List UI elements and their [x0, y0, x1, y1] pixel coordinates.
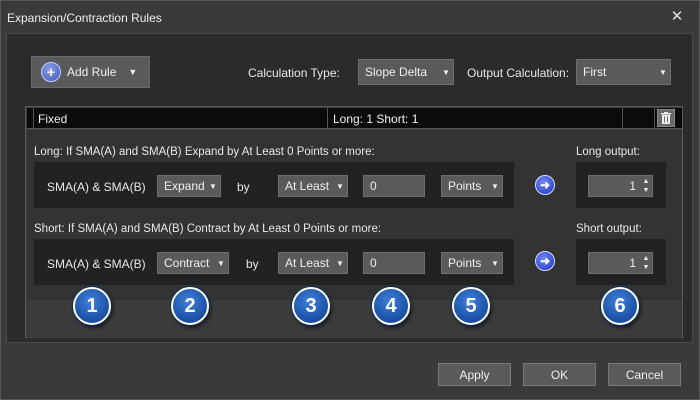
chevron-down-icon: ▼ — [336, 258, 344, 268]
long-amount-value: 0 — [370, 179, 377, 193]
short-subject: SMA(A) & SMA(B) — [47, 257, 146, 271]
short-unit-select[interactable]: Points ▼ — [441, 252, 503, 274]
grid-header-row[interactable]: Fixed Long: 1 Short: 1 — [27, 108, 682, 129]
long-unit-select[interactable]: Points ▼ — [441, 175, 503, 197]
chevron-down-icon: ▼ — [659, 67, 667, 77]
short-output-value: 1 — [629, 256, 636, 270]
chevron-down-icon: ▼ — [491, 258, 499, 268]
callout-badge-6: 6 — [601, 287, 639, 325]
short-comparison-value: At Least — [285, 256, 330, 270]
calculation-type-select[interactable]: Slope Delta ▼ — [358, 59, 454, 85]
apply-button[interactable]: Apply — [438, 363, 511, 386]
column-divider — [327, 108, 328, 129]
long-output-value: 1 — [629, 179, 636, 193]
short-rule-title: Short: If SMA(A) and SMA(B) Contract by … — [34, 223, 382, 235]
arrow-right-circle-icon: ➜ — [539, 178, 551, 192]
callout-badge-4: 4 — [372, 287, 410, 325]
short-unit-value: Points — [448, 256, 482, 270]
calculation-type-value: Slope Delta — [365, 65, 428, 79]
output-calculation-label: Output Calculation: — [467, 66, 570, 80]
chevron-down-icon: ▼ — [491, 181, 499, 191]
long-amount-input[interactable]: 0 — [363, 175, 425, 197]
column-divider — [622, 108, 623, 129]
short-direction-select[interactable]: Contract ▼ — [157, 252, 229, 274]
short-comparison-select[interactable]: At Least ▼ — [278, 252, 348, 274]
output-calculation-value: First — [583, 65, 607, 79]
window-title: Expansion/Contraction Rules — [7, 11, 162, 25]
column-divider — [33, 108, 34, 129]
chevron-down-icon: ▼ — [128, 67, 138, 77]
chevron-down-icon: ▼ — [336, 181, 344, 191]
title-bar: Expansion/Contraction Rules ✕ — [1, 1, 699, 34]
cancel-button[interactable]: Cancel — [608, 363, 681, 386]
trash-icon — [661, 112, 671, 124]
short-output-stepper[interactable]: 1 ▲ ▼ — [588, 252, 653, 274]
chevron-down-icon: ▼ — [209, 181, 217, 191]
long-subject: SMA(A) & SMA(B) — [47, 180, 146, 194]
column-fixed: Fixed — [38, 112, 68, 126]
callout-badge-2: 2 — [171, 287, 209, 325]
output-calculation-select[interactable]: First ▼ — [576, 59, 671, 85]
long-output-stepper[interactable]: 1 ▲ ▼ — [588, 175, 653, 197]
chevron-down-icon: ▼ — [442, 67, 450, 77]
long-output-label: Long output: — [576, 146, 640, 158]
plus-circle-icon: + — [41, 62, 61, 82]
short-amount-input[interactable]: 0 — [363, 252, 425, 274]
short-apply-arrow-button[interactable]: ➜ — [535, 251, 555, 271]
column-long-short: Long: 1 Short: 1 — [333, 112, 419, 126]
ok-button[interactable]: OK — [523, 363, 596, 386]
spinner-arrows-icon[interactable]: ▲ ▼ — [640, 254, 652, 272]
long-unit-value: Points — [448, 179, 482, 193]
long-direction-select[interactable]: Expand ▼ — [157, 175, 221, 197]
chevron-down-icon: ▼ — [217, 258, 225, 268]
short-output-label: Short output: — [576, 223, 642, 235]
delete-rule-button[interactable] — [657, 109, 675, 127]
callout-badge-5: 5 — [452, 287, 490, 325]
long-comparison-value: At Least — [285, 179, 330, 193]
callout-badge-1: 1 — [73, 287, 111, 325]
short-by-label: by — [246, 257, 259, 271]
arrow-right-circle-icon: ➜ — [539, 254, 551, 268]
long-comparison-select[interactable]: At Least ▼ — [278, 175, 348, 197]
rule-footer — [27, 301, 682, 338]
add-rule-button[interactable]: + Add Rule ▼ — [31, 56, 150, 88]
close-icon[interactable]: ✕ — [668, 8, 686, 26]
add-rule-label: Add Rule — [67, 65, 117, 79]
long-direction-value: Expand — [164, 179, 205, 193]
short-direction-value: Contract — [164, 256, 210, 270]
column-divider — [654, 108, 655, 129]
spinner-arrows-icon[interactable]: ▲ ▼ — [640, 177, 652, 195]
long-rule-title: Long: If SMA(A) and SMA(B) Expand by At … — [34, 146, 375, 158]
long-apply-arrow-button[interactable]: ➜ — [535, 175, 555, 195]
callout-badge-3: 3 — [292, 287, 330, 325]
short-amount-value: 0 — [370, 256, 377, 270]
calculation-type-label: Calculation Type: — [248, 66, 340, 80]
long-by-label: by — [237, 180, 250, 194]
